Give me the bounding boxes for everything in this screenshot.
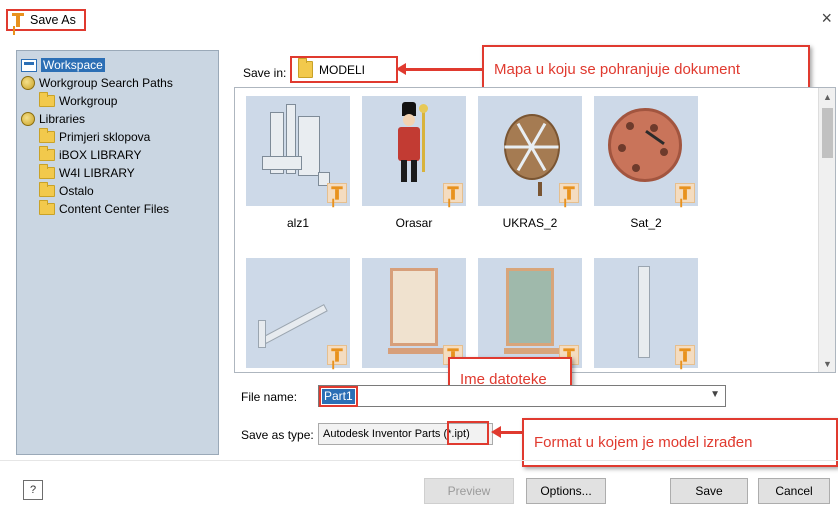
inventor-part-icon [675,183,695,203]
tree-item-content-center-files[interactable]: Content Center Files [39,200,170,217]
file-name-input[interactable]: Part1 ▼ [318,385,726,407]
tree-item-workgroup-search-paths[interactable]: Workgroup Search Paths [21,75,173,91]
tree-item-label: Workspace [41,58,105,72]
close-icon[interactable]: × [821,8,832,29]
save-button[interactable]: Save [670,478,748,504]
tree-item-label: Ostalo [59,184,94,198]
save-as-type-label: Save as type: [241,428,314,442]
title-bar: Save As × [0,0,838,38]
globe-icon [21,112,35,126]
tree-item-label: Workgroup [59,94,118,108]
tree-item-ibox-library[interactable]: iBOX LIBRARY [39,146,142,163]
cancel-button[interactable]: Cancel [758,478,830,504]
inventor-part-icon [327,345,347,365]
preview-button[interactable]: Preview [424,478,514,504]
save-in-label: Save in: [243,66,287,80]
scroll-up-icon[interactable]: ▲ [819,88,835,105]
folder-icon [39,164,55,179]
dialog-divider [0,460,838,461]
tree-item-label: Primjeri sklopova [59,130,151,144]
workspace-icon [21,58,37,72]
window-title: Save As [30,13,76,27]
file-thumbnail-alz1[interactable] [246,96,350,206]
file-list-scrollbar[interactable]: ▲ ▼ [818,88,835,372]
folder-icon [39,128,55,143]
inventor-part-icon [327,183,347,203]
tree-item-primjeri-sklopova[interactable]: Primjeri sklopova [39,128,151,145]
options-button[interactable]: Options... [526,478,606,504]
chevron-down-icon[interactable]: ▼ [710,389,720,400]
folder-icon [39,182,55,197]
file-thumbnail[interactable] [478,258,582,368]
file-name-value: Part1 [319,386,358,407]
tree-item-workspace[interactable]: Workspace [21,57,105,73]
scroll-thumb[interactable] [822,108,833,158]
file-thumbnail-ukras-2[interactable] [478,96,582,206]
folder-icon [39,146,55,161]
folder-icon [39,92,55,107]
tree-item-label: W4I LIBRARY [59,166,135,180]
window-title-box: Save As [6,9,86,31]
tree-item-libraries[interactable]: Libraries [21,111,85,127]
location-tree-panel: Workspace Workgroup Search Paths Workgro… [16,50,219,455]
help-button[interactable]: ? [23,480,43,500]
folder-icon [298,58,313,78]
scroll-down-icon[interactable]: ▼ [819,355,835,372]
save-in-value: MODELI [319,62,366,77]
file-list-area[interactable]: alz1 Orasar UKRAS_2 Sat_2 ▲ ▼ [234,87,836,373]
inventor-part-icon [559,183,579,203]
globe-icon [21,76,35,90]
tree-item-label: Workgroup Search Paths [39,76,173,90]
file-extension-highlight [447,421,489,445]
file-name-label: UKRAS_2 [502,216,558,230]
save-in-dropdown[interactable]: MODELI [290,56,398,83]
tree-item-ostalo[interactable]: Ostalo [39,182,94,199]
callout-arrow [491,426,524,438]
file-thumbnail-sat-2[interactable] [594,96,698,206]
callout-arrow [396,63,483,75]
file-thumbnail[interactable] [594,258,698,368]
folder-icon [39,200,55,215]
tree-item-w4i-library[interactable]: W4I LIBRARY [39,164,135,181]
tree-item-label: Content Center Files [59,202,170,216]
file-thumbnail-orasar[interactable] [362,96,466,206]
file-name-label: Sat_2 [630,216,662,230]
inventor-app-icon [12,13,24,27]
tree-item-workgroup[interactable]: Workgroup [39,92,118,109]
tree-item-label: Libraries [39,112,86,126]
file-name-label: File name: [241,390,298,404]
file-thumbnail[interactable] [362,258,466,368]
inventor-part-icon [675,345,695,365]
file-name-label: alz1 [286,216,309,230]
file-thumbnail[interactable] [246,258,350,368]
tree-item-label: iBOX LIBRARY [59,148,142,162]
inventor-part-icon [443,183,463,203]
file-name-label: Orasar [395,216,433,230]
